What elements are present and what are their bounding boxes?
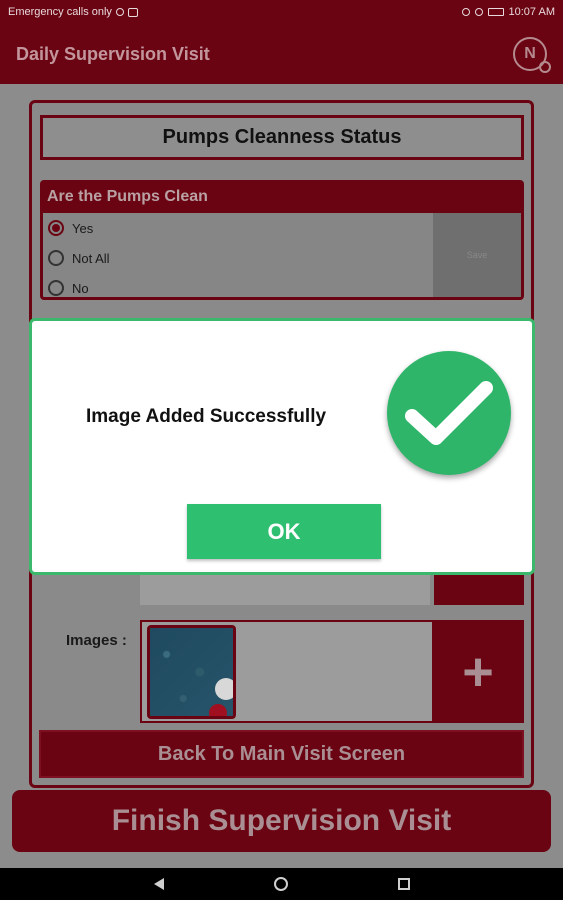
- app-title: Daily Supervision Visit: [16, 43, 210, 64]
- section-title: Pumps Cleanness Status: [40, 115, 524, 160]
- thumbnail-detail: [215, 678, 233, 700]
- location-icon: [461, 8, 470, 16]
- checkmark-glyph: [405, 381, 493, 445]
- ok-button[interactable]: OK: [187, 504, 381, 559]
- radio-unselected-icon[interactable]: [48, 250, 64, 266]
- gear-icon: [539, 61, 551, 73]
- radio-option-not-all[interactable]: Not All: [43, 243, 435, 273]
- wifi-icon: [474, 8, 483, 16]
- hidden-field: [140, 575, 430, 605]
- nav-home-icon[interactable]: [273, 877, 288, 891]
- thumbnail-texture: [150, 628, 233, 716]
- thumbnail-detail: [209, 704, 227, 716]
- status-bar: Emergency calls only 10:07 AM: [0, 0, 563, 24]
- save-button[interactable]: Save: [433, 213, 521, 297]
- nav-recents-icon[interactable]: [397, 878, 410, 890]
- add-image-button[interactable]: +: [432, 620, 524, 723]
- status-network-text: Emergency calls only: [8, 6, 112, 18]
- radio-label: Not All: [72, 250, 110, 266]
- battery-icon: [487, 8, 504, 16]
- back-to-main-button[interactable]: Back To Main Visit Screen: [39, 730, 524, 778]
- radio-option-no[interactable]: No: [43, 273, 435, 303]
- app-logo-icon[interactable]: N: [513, 37, 551, 73]
- plus-icon: +: [462, 641, 494, 702]
- image-thumbnail[interactable]: [147, 625, 236, 719]
- radio-selected-icon[interactable]: [48, 220, 64, 236]
- status-time: 10:07 AM: [508, 6, 555, 18]
- question-card: Are the Pumps Clean Yes Not All No Save: [40, 180, 524, 300]
- usb-icon: [115, 8, 124, 16]
- radio-label: Yes: [72, 220, 94, 236]
- app-bar: Daily Supervision Visit N: [0, 24, 563, 84]
- radio-label: No: [72, 280, 89, 296]
- logo-letter: N: [524, 45, 536, 62]
- finish-visit-button[interactable]: Finish Supervision Visit: [12, 790, 551, 852]
- images-label: Images :: [66, 632, 127, 649]
- images-strip[interactable]: [140, 620, 434, 723]
- notification-icon: [127, 7, 138, 17]
- nav-back-icon[interactable]: [153, 878, 164, 890]
- nav-bar: [0, 868, 563, 900]
- radio-unselected-icon[interactable]: [48, 280, 64, 296]
- radio-group: Yes Not All No: [43, 213, 435, 303]
- radio-option-yes[interactable]: Yes: [43, 213, 435, 243]
- success-dialog: Image Added Successfully OK: [29, 318, 535, 575]
- hidden-button: [434, 575, 524, 605]
- dialog-message: Image Added Successfully: [86, 406, 327, 427]
- checkmark-icon: [387, 351, 511, 475]
- question-title: Are the Pumps Clean: [43, 183, 521, 213]
